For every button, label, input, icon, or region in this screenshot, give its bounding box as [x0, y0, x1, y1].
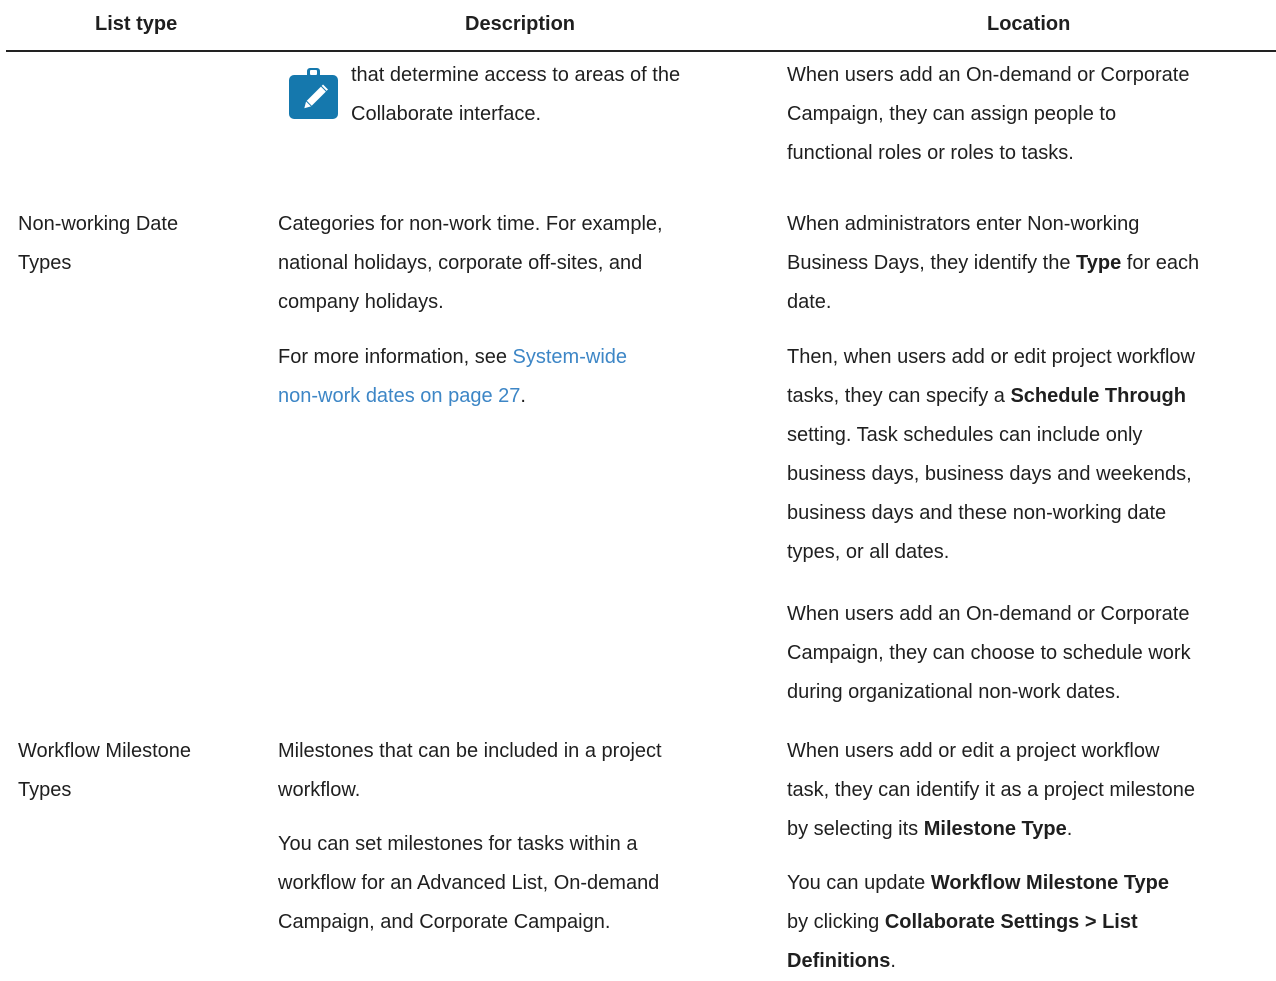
location-cell-line: by selecting its Milestone Type.: [787, 810, 1072, 849]
location-cell-line: task, they can identify it as a project …: [787, 779, 1195, 801]
location-cell-line: functional roles or roles to tasks.: [787, 142, 1074, 164]
location-bold-term: Collaborate Settings > List: [884, 911, 1138, 933]
header-description: Description: [465, 13, 576, 35]
description-cell-line: company holidays.: [278, 291, 444, 313]
list-type-cell-line: Types: [18, 779, 72, 801]
location-cell-line: business days, business days and weekend…: [787, 463, 1192, 485]
header-location: Location: [987, 13, 1071, 35]
location-text: by selecting its: [787, 818, 924, 840]
location-text: You can update: [787, 872, 931, 894]
description-more-prefix: For more information, see: [278, 346, 513, 368]
header-list-type: List type: [95, 13, 178, 35]
location-cell-line: When users add an On-demand or Corporate: [787, 603, 1190, 625]
location-cell-line: Definitions.: [787, 942, 896, 981]
pencil-note-icon: [289, 68, 338, 119]
description-cell-line: For more information, see System-wide: [278, 338, 627, 377]
description-cell-line: non-work dates on page 27.: [278, 377, 526, 416]
list-type-cell-line: Types: [18, 252, 72, 274]
location-bold-term: Type: [1076, 252, 1122, 274]
location-bold-term: Milestone Type: [923, 818, 1067, 840]
location-cell-line: types, or all dates.: [787, 541, 950, 563]
location-bold-term: Definitions: [787, 950, 891, 972]
note-text-line-1: that determine access to areas of the: [351, 64, 681, 86]
description-cell-line: Categories for non-work time. For exampl…: [278, 213, 663, 235]
list-type-cell-line: Workflow Milestone: [18, 740, 192, 762]
note-text-line-2: Collaborate interface.: [351, 103, 542, 125]
location-text: tasks, they can specify a: [787, 385, 1011, 407]
location-bold-term: Schedule Through: [1010, 385, 1186, 407]
location-cell-line: business days and these non-working date: [787, 502, 1167, 524]
description-more-suffix: .: [520, 385, 526, 407]
location-text: .: [890, 950, 896, 972]
location-cell-line: When administrators enter Non-working: [787, 213, 1140, 235]
location-text: by clicking: [787, 911, 885, 933]
location-cell-line: during organizational non-work dates.: [787, 681, 1121, 703]
location-cell-line: When users add an On-demand or Corporate: [787, 64, 1190, 86]
list-type-cell-line: Non-working Date: [18, 213, 179, 235]
location-cell-line: You can update Workflow Milestone Type: [787, 864, 1169, 903]
system-wide-non-work-dates-link-cont[interactable]: non-work dates on page 27: [278, 385, 520, 407]
location-text: for each: [1121, 252, 1200, 274]
description-cell-line: workflow.: [278, 779, 361, 801]
location-cell-line: Then, when users add or edit project wor…: [787, 346, 1195, 368]
location-cell-line: Campaign, they can assign people to: [787, 103, 1117, 125]
location-cell-line: date.: [787, 291, 832, 313]
table-header: List type Description Location: [6, 0, 1276, 52]
location-cell-line: Campaign, they can choose to schedule wo…: [787, 642, 1191, 664]
location-cell-line: setting. Task schedules can include only: [787, 424, 1143, 446]
description-cell-line: workflow for an Advanced List, On-demand: [278, 872, 660, 894]
location-cell-line: Business Days, they identify the Type fo…: [787, 244, 1199, 283]
document-page: List type Description Location that dete…: [0, 0, 1276, 976]
description-cell-line: Milestones that can be included in a pro…: [278, 740, 662, 762]
location-cell-line: When users add or edit a project workflo…: [787, 740, 1160, 762]
description-cell-line: Campaign, and Corporate Campaign.: [278, 911, 611, 933]
location-cell-line: tasks, they can specify a Schedule Throu…: [787, 377, 1186, 416]
description-cell-line: You can set milestones for tasks within …: [278, 833, 638, 855]
system-wide-non-work-dates-link[interactable]: System-wide: [513, 346, 627, 368]
location-cell-line: by clicking Collaborate Settings > List: [787, 903, 1138, 942]
location-bold-term: Workflow Milestone Type: [930, 872, 1170, 894]
location-text: .: [1066, 818, 1073, 840]
location-text: Business Days, they identify the: [787, 252, 1077, 274]
description-cell-line: national holidays, corporate off-sites, …: [278, 252, 643, 274]
